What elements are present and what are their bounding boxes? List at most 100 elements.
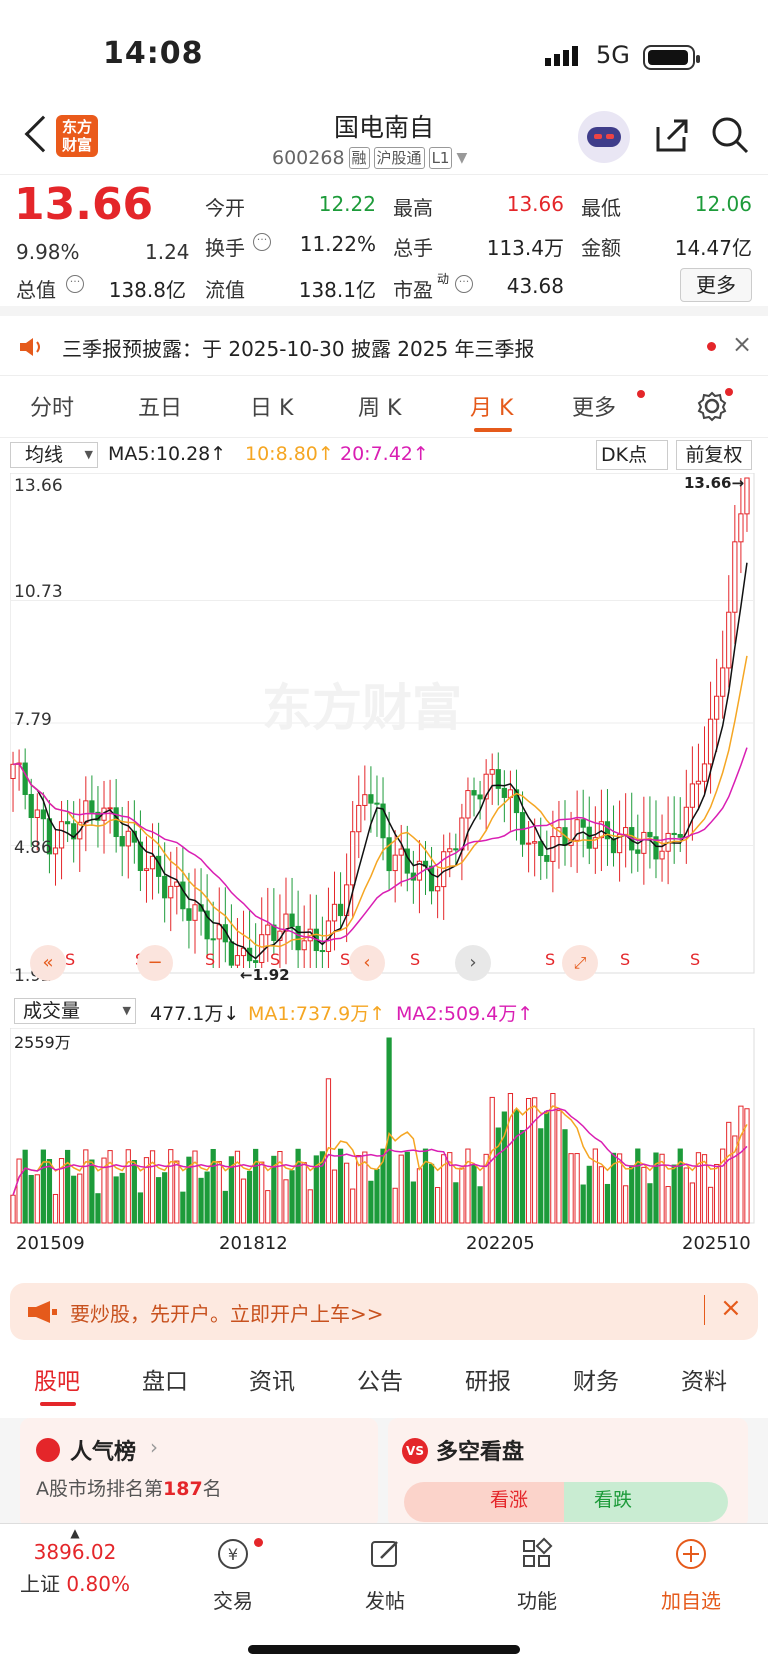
notice-bar[interactable]: 三季报预披露：于 2025-10-30 披露 2025 年三季报 ×	[0, 316, 768, 376]
fullscreen-button[interactable]: ⤢	[562, 945, 598, 981]
candle	[525, 842, 532, 845]
rank-text: A股市场排名第187名	[36, 1478, 222, 1500]
volume-bar	[52, 1193, 59, 1224]
volume-select[interactable]: 成交量 ▼	[14, 998, 136, 1024]
tab-intraday[interactable]: 分时	[30, 390, 74, 422]
index-pct: 0.80%	[66, 1572, 130, 1596]
candle	[10, 763, 16, 780]
volume-bar	[77, 1173, 83, 1224]
candle	[149, 855, 156, 870]
tab-weekly[interactable]: 周 K	[358, 390, 401, 422]
vote-down-button[interactable]: 看跌	[564, 1482, 728, 1522]
kline-chart[interactable]: 均线 ▼ MA5:10.28↑ 10:8.80↑ 20:7.42↑ DK点 前复权…	[0, 438, 768, 1268]
adjust-button[interactable]: 前复权	[676, 440, 752, 470]
chevron-down-icon: ▼	[456, 150, 468, 166]
volume-bar	[738, 1105, 744, 1224]
tab-news[interactable]: 资讯	[249, 1362, 295, 1396]
close-icon[interactable]: ×	[732, 330, 752, 358]
volume-bar	[665, 1186, 671, 1224]
volume-bar	[89, 1159, 95, 1224]
promo-banner[interactable]: 要炒股，先开户。立即开户上车>> ×	[10, 1283, 758, 1340]
volume-bar	[83, 1149, 89, 1224]
volume-bar	[556, 1110, 562, 1224]
info-icon[interactable]: ···	[66, 275, 84, 293]
volume-bar	[307, 1189, 313, 1224]
tab-add-watch-label: 加自选	[661, 1589, 721, 1613]
dk-button[interactable]: DK点	[596, 440, 668, 470]
volume-bar	[629, 1165, 635, 1224]
candle	[356, 804, 362, 833]
watermark: 东方财富	[262, 679, 462, 737]
tab-finance[interactable]: 财务	[573, 1362, 619, 1396]
tab-five-day[interactable]: 五日	[138, 390, 182, 422]
close-icon[interactable]: ×	[720, 1293, 742, 1323]
change-amount: 1.24	[145, 240, 190, 264]
candle	[550, 836, 556, 862]
gear-icon[interactable]	[696, 390, 728, 422]
volume-bar	[580, 1184, 586, 1224]
value-volume: 113.4万	[486, 236, 564, 260]
search-icon[interactable]	[710, 115, 750, 155]
candle	[52, 847, 59, 855]
candle	[192, 904, 198, 921]
index-sh[interactable]: ▲ 3896.02 上证 0.80%	[20, 1524, 130, 1597]
tab-research[interactable]: 研报	[465, 1362, 511, 1396]
candle	[707, 718, 714, 765]
zoom-out-button[interactable]: −	[137, 945, 173, 981]
volume-bar	[210, 1148, 216, 1224]
info-icon[interactable]: ···	[253, 233, 271, 251]
candle	[289, 913, 295, 927]
tab-post[interactable]: 发帖	[330, 1524, 440, 1614]
candle	[392, 854, 398, 872]
content-tabs: 股吧 盘口 资讯 公告 研报 财务 资料	[0, 1350, 768, 1410]
vol-ma1-label: MA1:737.9万↑	[248, 1003, 386, 1025]
tab-guba[interactable]: 股吧	[34, 1362, 80, 1396]
volume-bar	[398, 1154, 404, 1224]
volume-bar	[222, 1190, 228, 1224]
volume-bar	[301, 1162, 307, 1224]
label-turnover: 换手	[205, 236, 245, 260]
candle	[362, 794, 368, 806]
clock: 14:08	[103, 36, 204, 71]
battery-icon	[643, 45, 700, 70]
tab-daily[interactable]: 日 K	[250, 390, 293, 422]
prev-button[interactable]: ‹	[349, 945, 385, 981]
share-icon[interactable]	[652, 115, 692, 155]
sentiment-card[interactable]: VS 多空看盘 看涨 看跌	[388, 1418, 748, 1528]
volume-bar	[422, 1148, 429, 1224]
candle	[374, 802, 380, 805]
candle	[319, 950, 325, 953]
volume-bar	[198, 1177, 204, 1224]
candle	[295, 925, 301, 951]
tab-pankou[interactable]: 盘口	[142, 1362, 188, 1396]
tab-trade[interactable]: ¥ 交易	[178, 1524, 288, 1614]
tab-monthly[interactable]: 月 K	[470, 390, 513, 422]
volume-bar	[107, 1150, 113, 1224]
value-amount: 14.47亿	[674, 236, 752, 260]
next-button[interactable]: ›	[455, 945, 491, 981]
candle	[234, 955, 241, 966]
volume-bar	[65, 1149, 71, 1224]
stock-code-row[interactable]: 600268 融 沪股通 L1 ▼	[272, 147, 467, 169]
ma-select[interactable]: 均线 ▼	[10, 442, 98, 468]
info-icon[interactable]: ···	[455, 275, 473, 293]
tag-connect: 沪股通	[373, 147, 425, 169]
candle	[89, 800, 95, 813]
volume-plot[interactable]	[10, 1028, 756, 1256]
date-tick: 201812	[219, 1233, 288, 1254]
tab-profile[interactable]: 资料	[681, 1362, 727, 1396]
value-low: 12.06	[694, 192, 752, 216]
assistant-avatar[interactable]	[578, 111, 630, 163]
more-button[interactable]: 更多	[680, 268, 752, 302]
vote-up-button[interactable]: 看涨	[404, 1482, 564, 1522]
candle	[113, 807, 119, 838]
tab-more[interactable]: 更多	[572, 390, 616, 422]
tab-functions[interactable]: 功能	[482, 1524, 592, 1614]
rewind-button[interactable]: «	[30, 945, 66, 981]
signal-marker: S	[545, 950, 555, 969]
tab-add-watch[interactable]: 加自选	[636, 1524, 746, 1614]
volume-bar	[113, 1176, 119, 1224]
tab-announcement[interactable]: 公告	[357, 1362, 403, 1396]
volume-bar	[544, 1110, 550, 1224]
popularity-card[interactable]: 人气榜 › A股市场排名第187名	[20, 1418, 378, 1528]
